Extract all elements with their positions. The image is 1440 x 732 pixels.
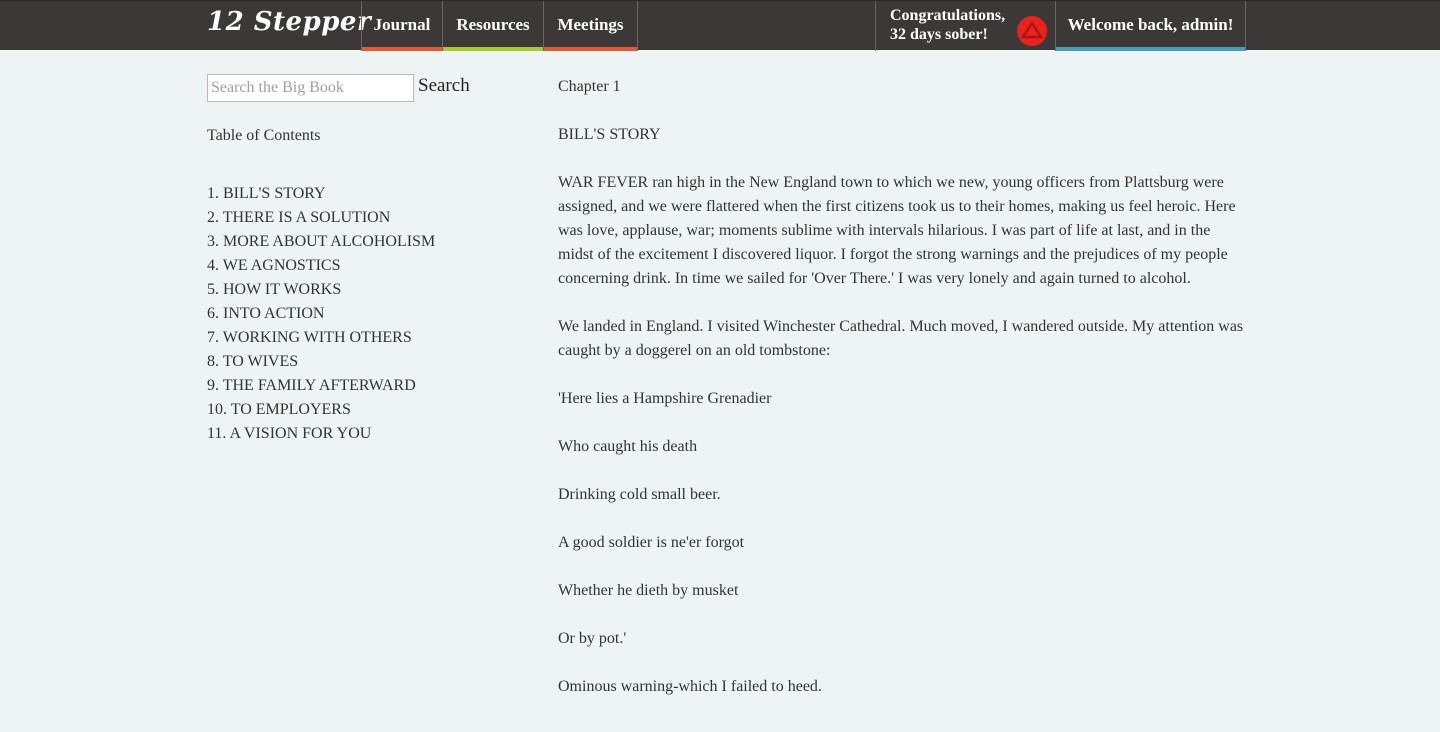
nav-journal-label: Journal [373, 15, 431, 34]
toc-item[interactable]: 6. INTO ACTION [207, 303, 435, 327]
toc-list: 1. BILL'S STORY 2. THERE IS A SOLUTION 3… [207, 183, 435, 447]
welcome-user-menu[interactable]: Welcome back, admin! [1055, 1, 1246, 51]
welcome-accent [1056, 47, 1245, 51]
chapter-title: BILL'S STORY [558, 126, 661, 143]
nav-journal-accent [362, 47, 442, 51]
chapter-paragraph: Ominous warning-which I failed to heed. [558, 678, 822, 695]
toc-item[interactable]: 3. MORE ABOUT ALCOHOLISM [207, 231, 435, 255]
chapter-paragraph: A good soldier is ne'er forgot [558, 534, 745, 551]
nav-resources-label: Resources [456, 15, 530, 34]
toc-item[interactable]: 11. A VISION FOR YOU [207, 423, 435, 447]
brand-logo[interactable]: 12 Stepper [207, 7, 371, 37]
nav-journal[interactable]: Journal [361, 1, 442, 51]
aa-triangle-icon [1017, 16, 1047, 46]
search-button[interactable]: Search [418, 75, 470, 97]
nav-meetings-label: Meetings [557, 15, 624, 34]
nav-resources-accent [443, 47, 543, 51]
toc-item[interactable]: 8. TO WIVES [207, 351, 435, 375]
toc-item[interactable]: 9. THE FAMILY AFTERWARD [207, 375, 435, 399]
chapter-content: Chapter 1 BILL'S STORY WAR FEVER ran hig… [558, 75, 1248, 723]
chapter-paragraph: Who caught his death [558, 438, 698, 455]
nav-meetings-accent [544, 47, 637, 51]
toc-item[interactable]: 2. THERE IS A SOLUTION [207, 207, 435, 231]
toc-item[interactable]: 10. TO EMPLOYERS [207, 399, 435, 423]
top-navbar: 12 Stepper Journal Resources Meetings Co… [0, 0, 1440, 51]
toc-item[interactable]: 5. HOW IT WORKS [207, 279, 435, 303]
nav-resources[interactable]: Resources [442, 1, 543, 51]
nav-meetings[interactable]: Meetings [543, 1, 638, 51]
sobriety-counter: Congratulations, 32 days sober! [875, 1, 1055, 51]
chapter-paragraph: Drinking cold small beer. [558, 486, 721, 503]
chapter-paragraph: 'Here lies a Hampshire Grenadier [558, 390, 772, 407]
chapter-paragraph: Whether he dieth by musket [558, 582, 739, 599]
search-input[interactable] [207, 74, 414, 102]
welcome-label: Welcome back, admin! [1067, 15, 1234, 34]
chapter-paragraph: Or by pot.' [558, 630, 627, 647]
toc-item[interactable]: 1. BILL'S STORY [207, 183, 435, 207]
toc-item[interactable]: 7. WORKING WITH OTHERS [207, 327, 435, 351]
chapter-number: Chapter 1 [558, 78, 621, 95]
toc-heading: Table of Contents [207, 127, 321, 144]
toc-item[interactable]: 4. WE AGNOSTICS [207, 255, 435, 279]
chapter-paragraph: WAR FEVER ran high in the New England to… [558, 174, 1236, 287]
chapter-paragraph: We landed in England. I visited Winchest… [558, 318, 1244, 359]
